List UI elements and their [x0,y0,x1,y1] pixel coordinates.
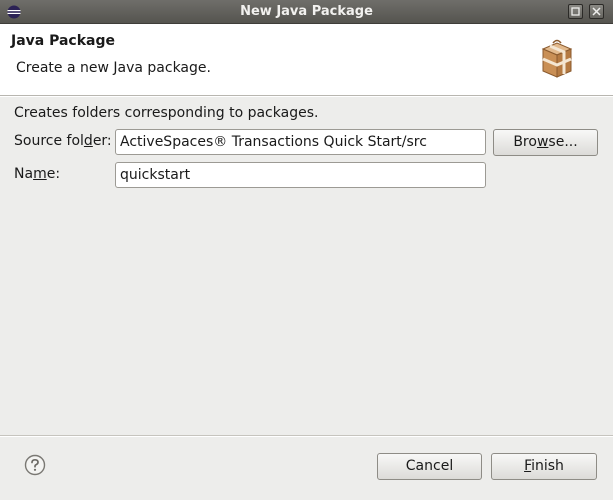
maximize-button[interactable] [568,4,583,19]
window-title: New Java Package [240,4,373,19]
info-text: Creates folders corresponding to package… [14,105,319,121]
browse-button[interactable]: Browse... [493,129,598,156]
title-bar[interactable]: New Java Package [0,0,613,24]
help-icon[interactable] [24,454,46,476]
wizard-title: Java Package [11,33,116,49]
wizard-description: Create a new Java package. [16,60,211,76]
package-icon [541,39,573,78]
close-icon [592,7,601,16]
wizard-header: Java Package Create a new Java package. [0,24,613,95]
footer-separator-highlight [0,436,613,437]
maximize-icon [571,7,580,16]
source-folder-input[interactable]: ActiveSpaces® Transactions Quick Start/s… [115,129,486,155]
name-label: Name: [14,166,61,182]
header-separator-highlight [0,96,613,97]
source-folder-label: Source folder: [14,133,112,149]
close-button[interactable] [589,4,604,19]
cancel-button[interactable]: Cancel [377,453,482,480]
name-input[interactable]: quickstart [115,162,486,188]
finish-button[interactable]: Finish [491,453,597,480]
